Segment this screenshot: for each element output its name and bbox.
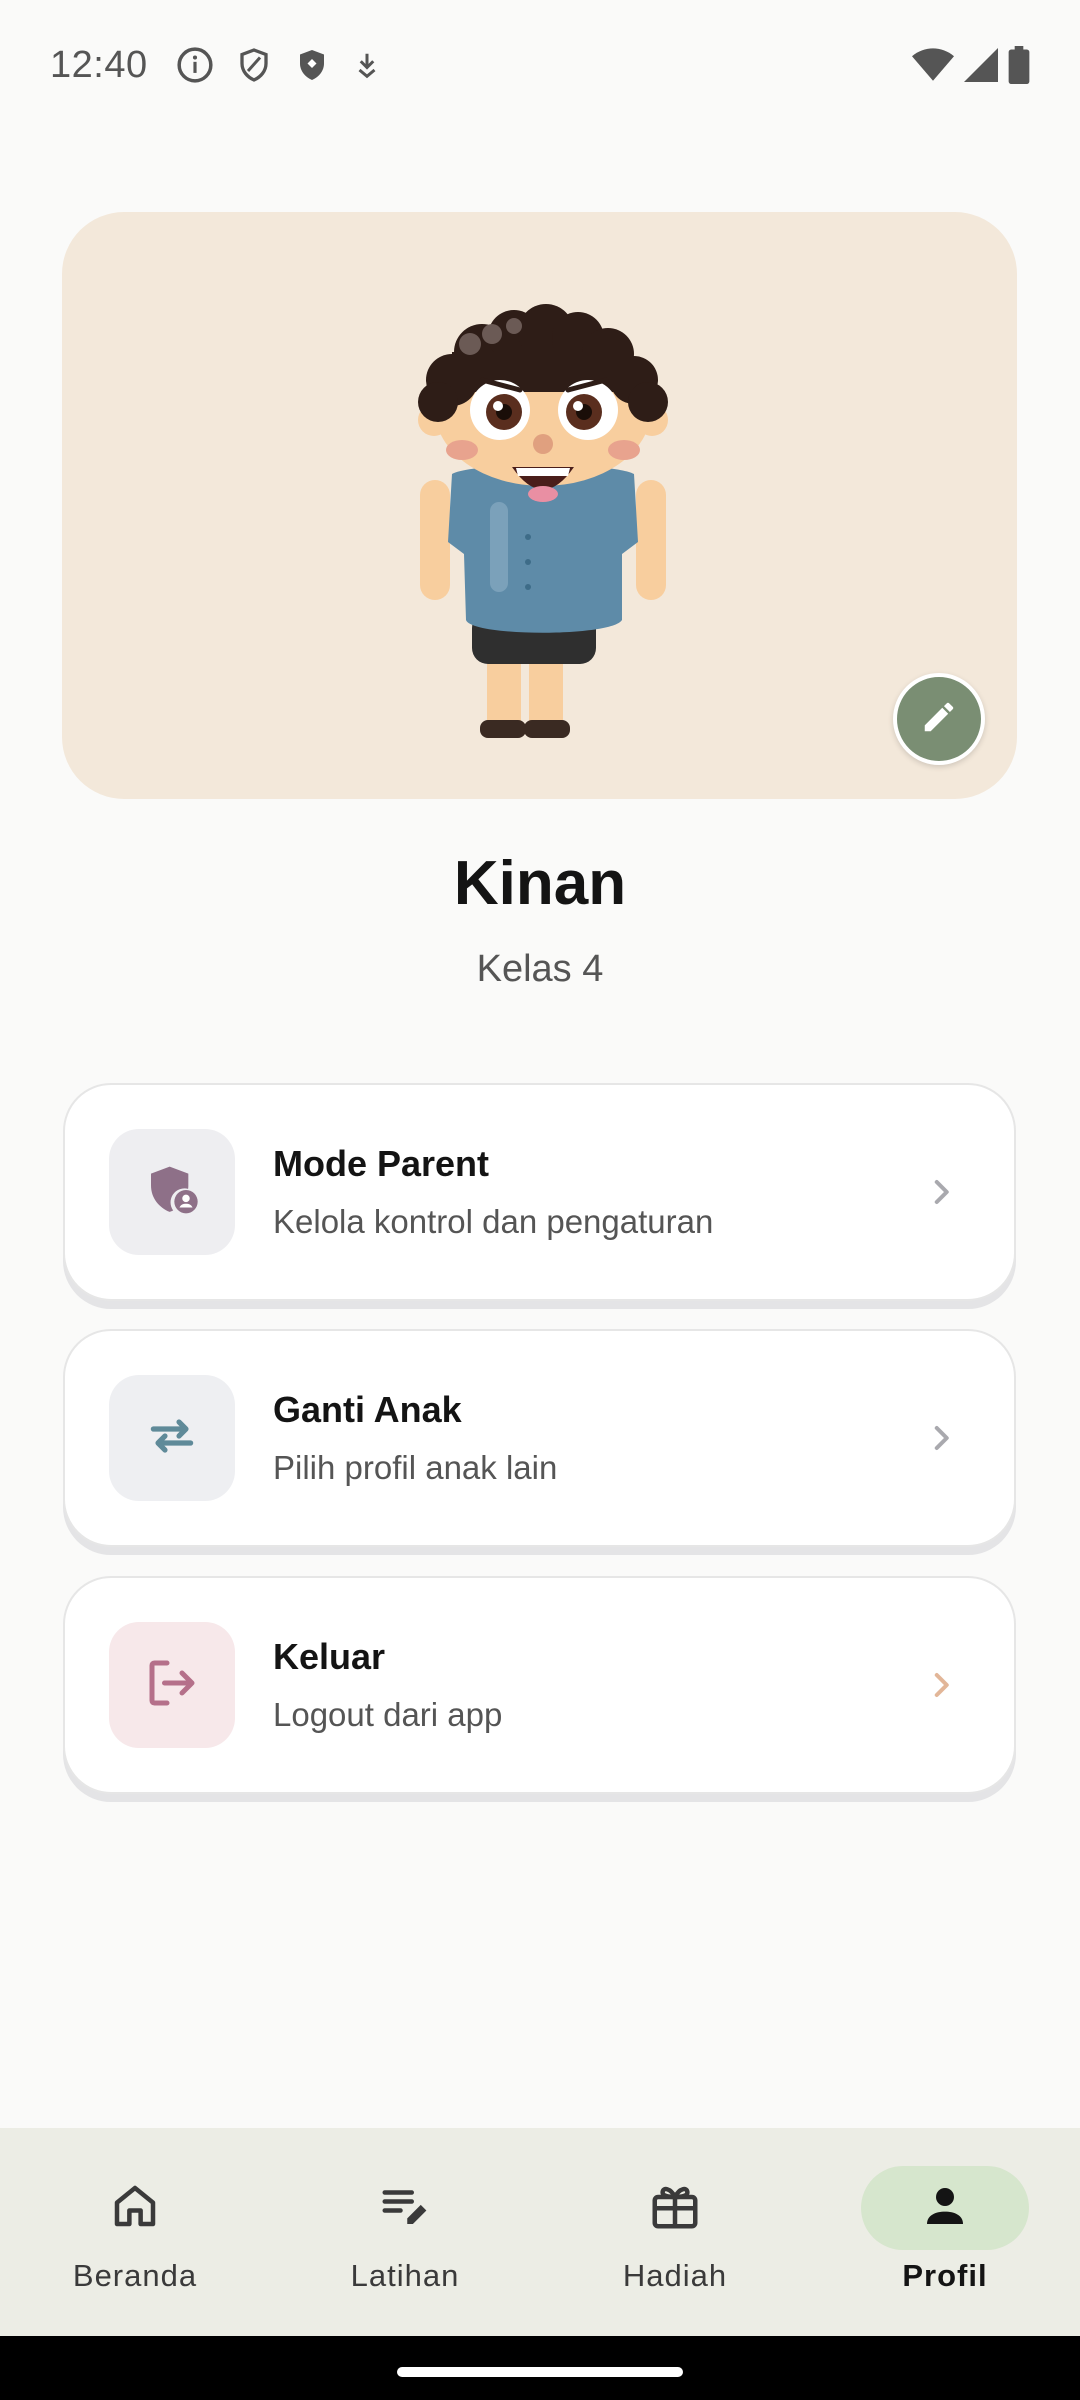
nav-item-latihan[interactable]: Latihan bbox=[270, 2128, 540, 2336]
menu-keluar[interactable]: Keluar Logout dari app bbox=[63, 1576, 1016, 1794]
chevron-right-icon bbox=[926, 1175, 956, 1209]
menu-mode-parent[interactable]: Mode Parent Kelola kontrol dan pengatura… bbox=[63, 1083, 1016, 1301]
nav-item-hadiah[interactable]: Hadiah bbox=[540, 2128, 810, 2336]
edit-list-icon bbox=[378, 2179, 432, 2238]
nav-label: Beranda bbox=[72, 2258, 198, 2293]
active-pill bbox=[861, 2166, 1029, 2250]
swap-arrows-icon bbox=[144, 1408, 200, 1469]
menu-ganti-anak[interactable]: Ganti Anak Pilih profil anak lain bbox=[63, 1329, 1016, 1547]
menu-title: Ganti Anak bbox=[273, 1389, 462, 1430]
shield-outline-icon bbox=[236, 46, 272, 84]
menu-subtitle: Kelola kontrol dan pengaturan bbox=[273, 1203, 714, 1240]
menu-title: Keluar bbox=[273, 1636, 386, 1677]
status-bar: 12:40 bbox=[0, 0, 1080, 130]
battery-icon bbox=[1008, 46, 1030, 84]
download-icon bbox=[352, 47, 382, 83]
avatar bbox=[412, 292, 674, 757]
nav-item-beranda[interactable]: Beranda bbox=[0, 2128, 270, 2336]
menu-icon-box bbox=[109, 1129, 235, 1255]
nav-label: Hadiah bbox=[622, 2258, 728, 2293]
info-icon bbox=[176, 46, 214, 84]
nav-item-profil[interactable]: Profil bbox=[810, 2128, 1080, 2336]
menu-icon-box bbox=[109, 1622, 235, 1748]
child-class: Kelas 4 bbox=[476, 948, 604, 990]
gift-icon bbox=[648, 2179, 702, 2238]
status-time: 12:40 bbox=[50, 43, 148, 86]
signal-icon bbox=[964, 47, 998, 83]
child-name: Kinan bbox=[453, 849, 627, 918]
chevron-right-icon bbox=[926, 1421, 956, 1455]
person-icon bbox=[918, 2179, 972, 2238]
nav-label: Latihan bbox=[350, 2258, 460, 2293]
menu-icon-box bbox=[109, 1375, 235, 1501]
nav-label: Profil bbox=[902, 2258, 988, 2293]
menu-title: Mode Parent bbox=[273, 1143, 490, 1184]
shield-person-icon bbox=[144, 1162, 200, 1223]
chevron-right-icon bbox=[926, 1668, 956, 1702]
edit-avatar-button[interactable] bbox=[893, 673, 985, 765]
bottom-navigation: Beranda Latihan Hadiah Profil bbox=[0, 2128, 1080, 2336]
logout-icon bbox=[142, 1653, 202, 1718]
menu-subtitle: Pilih profil anak lain bbox=[273, 1449, 558, 1486]
avatar-card bbox=[62, 212, 1017, 799]
pencil-icon bbox=[920, 698, 958, 741]
shield-filled-icon bbox=[294, 46, 330, 84]
home-icon bbox=[108, 2179, 162, 2238]
home-gesture-handle[interactable] bbox=[397, 2367, 683, 2377]
wifi-icon bbox=[912, 47, 954, 83]
menu-subtitle: Logout dari app bbox=[273, 1696, 503, 1733]
